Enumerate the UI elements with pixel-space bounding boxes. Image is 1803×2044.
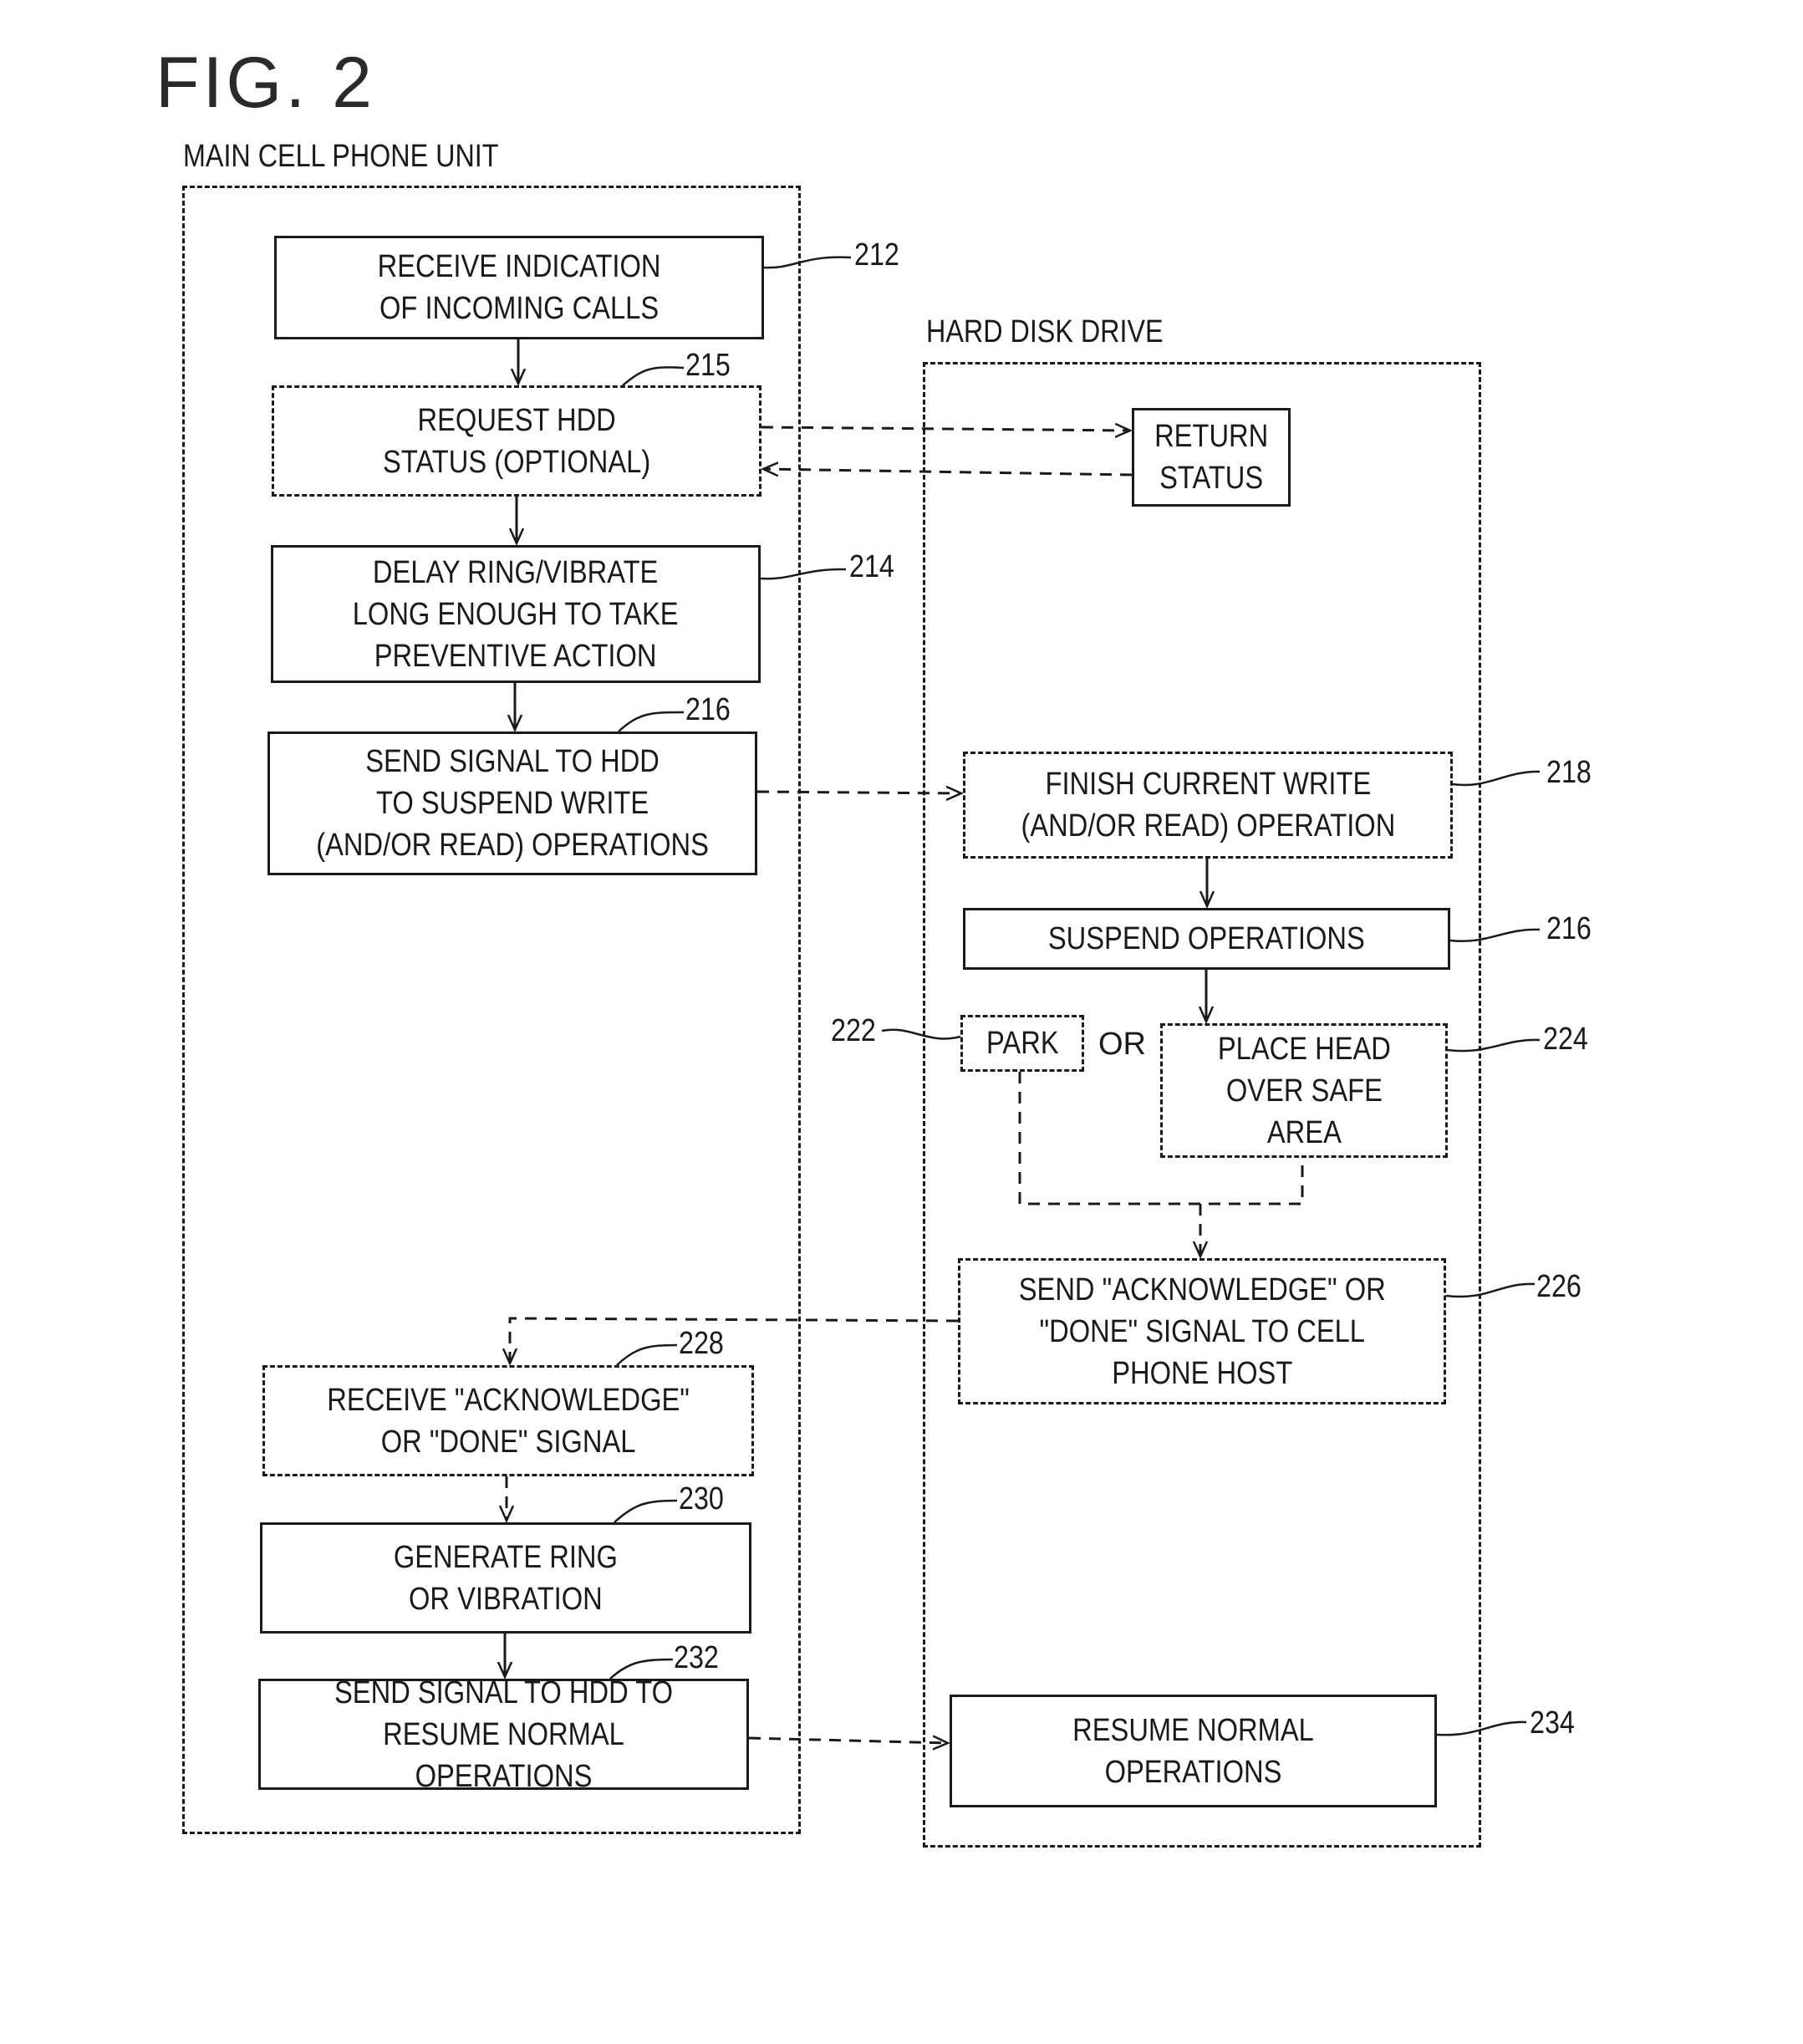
step-216-suspend-box: SUSPEND OPERATIONS bbox=[963, 908, 1450, 970]
step-222-park-text: PARK bbox=[986, 1026, 1059, 1061]
ref-214: 214 bbox=[849, 549, 894, 584]
step-226-text: SEND "ACKNOWLEDGE" OR "DONE" SIGNAL TO C… bbox=[1018, 1272, 1386, 1391]
step-216-send-signal-text: SEND SIGNAL TO HDD TO SUSPEND WRITE (AND… bbox=[316, 744, 709, 863]
step-224-place-head-box: PLACE HEAD OVER SAFE AREA bbox=[1160, 1023, 1448, 1158]
step-215-box: REQUEST HDD STATUS (OPTIONAL) bbox=[272, 385, 761, 497]
step-232-text: SEND SIGNAL TO HDD TO RESUME NORMAL OPER… bbox=[334, 1674, 673, 1794]
step-216-send-signal-box: SEND SIGNAL TO HDD TO SUSPEND WRITE (AND… bbox=[267, 731, 757, 875]
step-222-park-box: PARK bbox=[960, 1015, 1084, 1072]
ref-212: 212 bbox=[854, 237, 899, 273]
hard-disk-drive-label: HARD DISK DRIVE bbox=[926, 314, 1164, 349]
ref-234: 234 bbox=[1530, 1705, 1575, 1741]
step-230-text: GENERATE RING OR VIBRATION bbox=[393, 1539, 619, 1617]
return-status-box: RETURN STATUS bbox=[1132, 408, 1291, 507]
step-218-box: FINISH CURRENT WRITE (AND/OR READ) OPERA… bbox=[963, 752, 1453, 859]
return-status-text: RETURN STATUS bbox=[1154, 419, 1269, 496]
ref-215: 215 bbox=[685, 348, 731, 383]
step-214-text: DELAY RING/VIBRATE LONG ENOUGH TO TAKE P… bbox=[353, 554, 679, 674]
figure-title: FIG. 2 bbox=[155, 43, 375, 123]
step-216-suspend-text: SUSPEND OPERATIONS bbox=[1048, 921, 1365, 956]
ref-222: 222 bbox=[831, 1013, 876, 1048]
step-228-text: RECEIVE "ACKNOWLEDGE" OR "DONE" SIGNAL bbox=[327, 1382, 690, 1460]
ref-228: 228 bbox=[679, 1326, 724, 1361]
or-connector-label: OR bbox=[1098, 1027, 1146, 1062]
step-218-text: FINISH CURRENT WRITE (AND/OR READ) OPERA… bbox=[1021, 767, 1395, 844]
ref-216-send-signal: 216 bbox=[685, 692, 731, 727]
step-232-box: SEND SIGNAL TO HDD TO RESUME NORMAL OPER… bbox=[258, 1675, 749, 1794]
ref-216-suspend: 216 bbox=[1546, 911, 1592, 946]
step-226-box: SEND "ACKNOWLEDGE" OR "DONE" SIGNAL TO C… bbox=[958, 1258, 1446, 1404]
step-234-box: RESUME NORMAL OPERATIONS bbox=[950, 1695, 1437, 1807]
step-215-text: REQUEST HDD STATUS (OPTIONAL) bbox=[382, 402, 651, 480]
main-cell-phone-unit-label: MAIN CELL PHONE UNIT bbox=[183, 139, 499, 174]
ref-232: 232 bbox=[674, 1640, 719, 1675]
step-214-box: DELAY RING/VIBRATE LONG ENOUGH TO TAKE P… bbox=[271, 545, 761, 683]
step-230-box: GENERATE RING OR VIBRATION bbox=[260, 1522, 751, 1634]
ref-218: 218 bbox=[1546, 755, 1592, 790]
step-234-text: RESUME NORMAL OPERATIONS bbox=[1072, 1712, 1314, 1790]
ref-224: 224 bbox=[1543, 1022, 1588, 1057]
step-228-box: RECEIVE "ACKNOWLEDGE" OR "DONE" SIGNAL bbox=[262, 1365, 754, 1476]
ref-230: 230 bbox=[679, 1481, 724, 1516]
step-224-place-head-text: PLACE HEAD OVER SAFE AREA bbox=[1217, 1031, 1391, 1150]
ref-226: 226 bbox=[1536, 1269, 1581, 1304]
step-212-box: RECEIVE INDICATION OF INCOMING CALLS bbox=[274, 236, 764, 339]
step-212-text: RECEIVE INDICATION OF INCOMING CALLS bbox=[377, 249, 661, 326]
